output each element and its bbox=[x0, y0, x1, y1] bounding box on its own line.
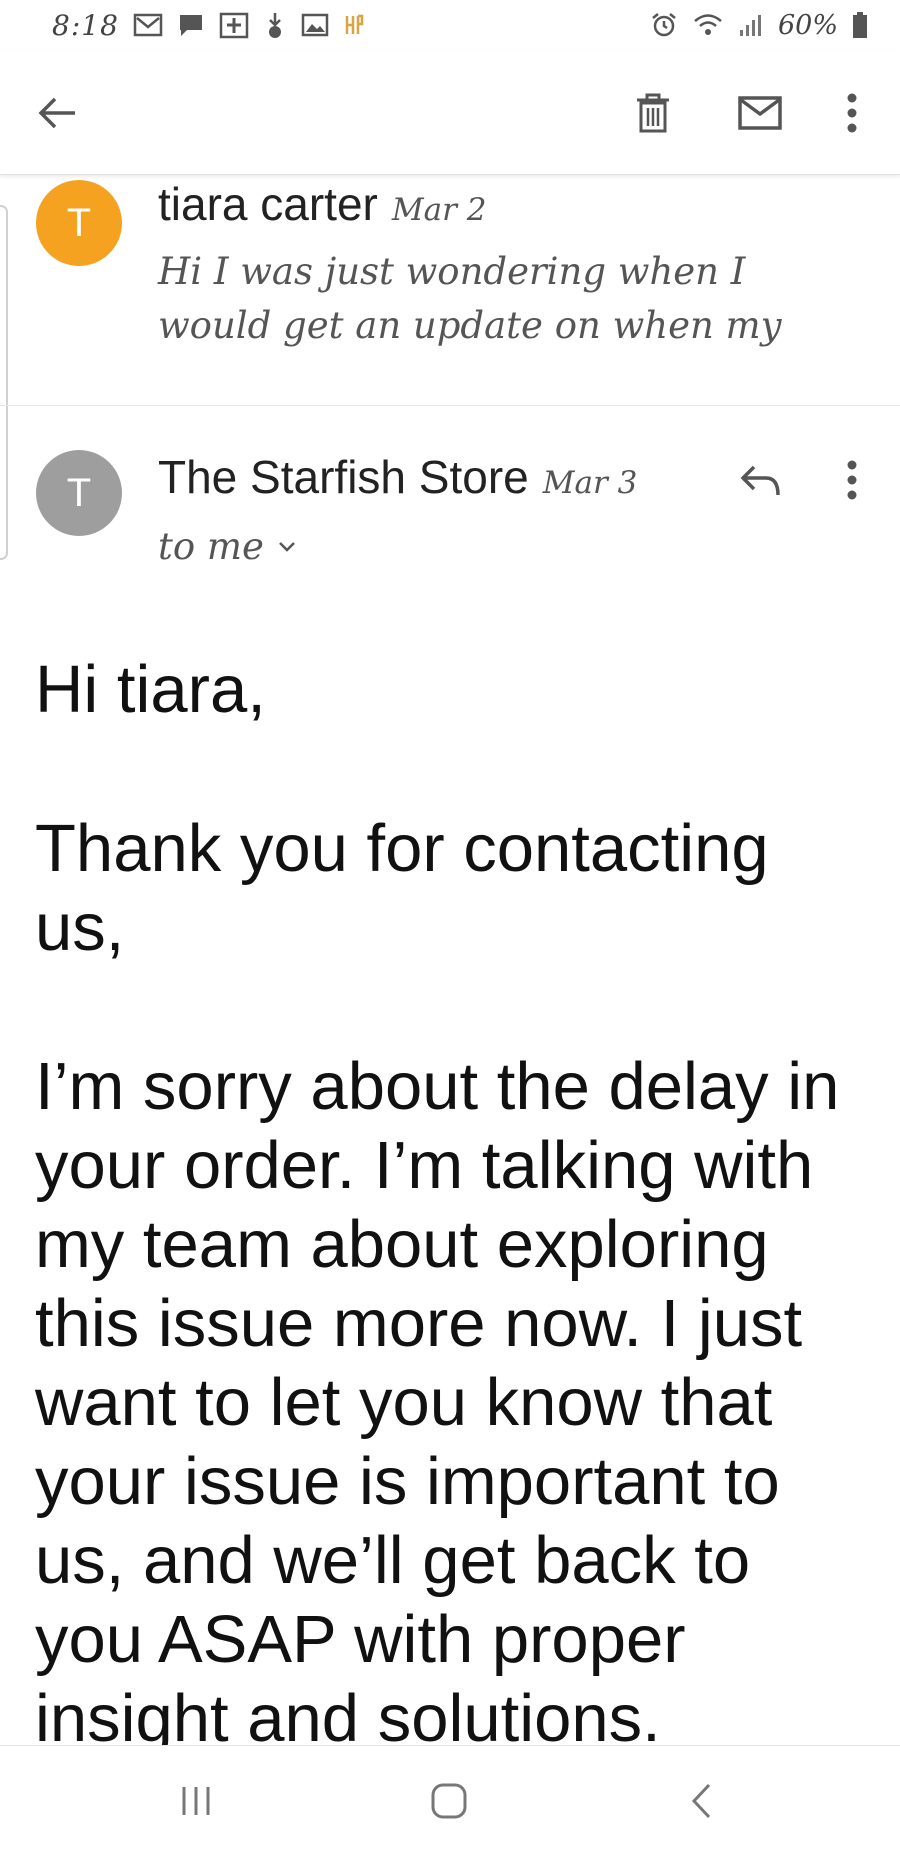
message-date: Mar 2 bbox=[391, 192, 487, 228]
message-date: Mar 3 bbox=[542, 465, 638, 501]
calendar-icon bbox=[219, 11, 249, 39]
recipient-label: to me bbox=[158, 525, 264, 568]
body-greeting: Hi tiara, bbox=[35, 652, 266, 727]
body-paragraph: Thank you for contacting us, bbox=[35, 811, 769, 965]
app-toolbar bbox=[0, 50, 900, 175]
trash-icon bbox=[635, 92, 671, 134]
image-icon bbox=[301, 12, 329, 38]
message-icon bbox=[177, 12, 205, 38]
status-time: 8:18 bbox=[52, 8, 119, 42]
avatar-letter: T bbox=[66, 200, 92, 245]
status-bar: 8:18 60% bbox=[0, 0, 900, 50]
mark-unread-button[interactable] bbox=[725, 78, 795, 148]
signal-icon bbox=[738, 12, 764, 38]
avatar: T bbox=[36, 180, 122, 266]
gmail-icon bbox=[133, 12, 163, 38]
battery-icon bbox=[852, 11, 868, 39]
recents-icon bbox=[178, 1785, 214, 1817]
status-left: 8:18 bbox=[52, 9, 365, 42]
sender-name: The Starfish Store bbox=[158, 451, 529, 503]
alarm-icon bbox=[650, 11, 678, 39]
recents-button[interactable] bbox=[151, 1771, 241, 1831]
battery-percent: 60% bbox=[777, 9, 838, 41]
arrow-left-icon bbox=[37, 95, 77, 131]
back-button[interactable] bbox=[22, 78, 92, 148]
delete-button[interactable] bbox=[618, 78, 688, 148]
nav-back-button[interactable] bbox=[656, 1771, 746, 1831]
body-paragraph: I’m sorry about the delay in your order.… bbox=[35, 1049, 840, 1756]
recipient-details-toggle[interactable]: to me bbox=[158, 525, 296, 568]
status-right: 60% bbox=[650, 10, 868, 41]
download-icon bbox=[263, 11, 287, 39]
home-icon bbox=[430, 1782, 468, 1820]
email-body: Hi tiara, Thank you for contacting us, I… bbox=[35, 650, 865, 1838]
hp-icon bbox=[343, 12, 365, 38]
more-vert-icon bbox=[846, 460, 858, 500]
sender-name: tiara carter bbox=[158, 178, 378, 230]
back-chevron-icon bbox=[689, 1782, 713, 1820]
reply-button[interactable] bbox=[726, 445, 796, 515]
more-vert-icon bbox=[846, 93, 858, 133]
avatar: T bbox=[36, 450, 122, 536]
message-header: tiara carter Mar 2 bbox=[158, 177, 486, 231]
chevron-down-icon bbox=[278, 541, 296, 553]
message-open-header: T The Starfish Store Mar 3 to me bbox=[0, 405, 900, 605]
message-snippet: Hi I was just wondering when I would get… bbox=[158, 250, 782, 347]
home-button[interactable] bbox=[404, 1771, 494, 1831]
message-collapsed[interactable]: T tiara carter Mar 2 Hi I was just wonde… bbox=[0, 175, 900, 406]
more-options-button[interactable] bbox=[817, 78, 887, 148]
mail-icon bbox=[737, 95, 783, 131]
wifi-icon bbox=[692, 12, 724, 38]
reply-icon bbox=[740, 463, 782, 497]
message-header: The Starfish Store Mar 3 bbox=[158, 450, 637, 504]
system-nav-bar bbox=[0, 1745, 900, 1851]
message-more-button[interactable] bbox=[817, 445, 887, 515]
avatar-letter: T bbox=[66, 470, 92, 515]
